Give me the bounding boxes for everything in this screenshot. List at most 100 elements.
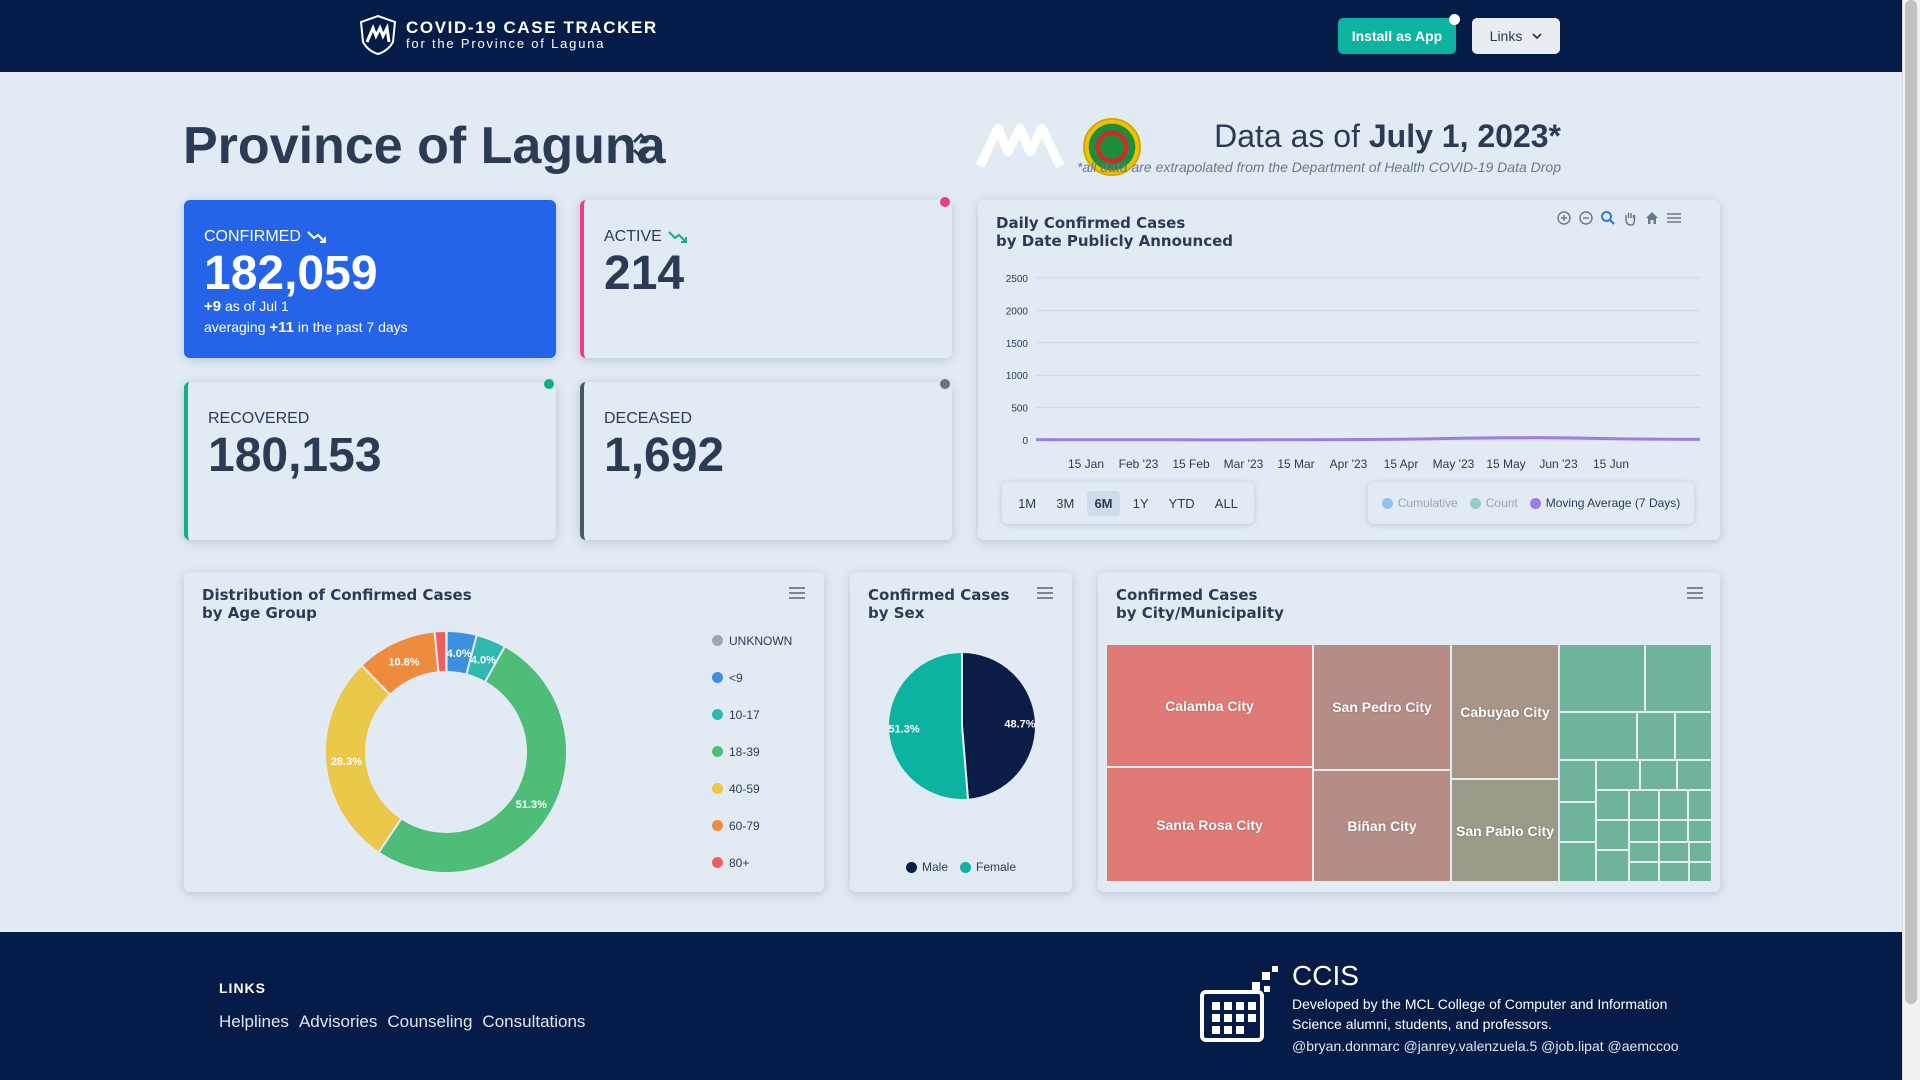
treemap-cell[interactable] [1629,842,1659,862]
install-app-button[interactable]: Install as App [1338,18,1456,54]
treemap-cell-santa-rosa[interactable]: Santa Rosa City [1106,767,1313,882]
treemap-cell[interactable] [1559,842,1596,882]
legend-label: 60-79 [729,818,760,833]
treemap-cell[interactable] [1559,712,1637,760]
ccis-description: Developed by the MCL College of Computer… [1292,996,1668,1032]
footer-link-counseling[interactable]: Counseling [387,1012,472,1032]
footer-link-advisories[interactable]: Advisories [299,1012,377,1032]
slice-data-label: 10.8% [388,656,419,668]
links-dropdown-button[interactable]: Links [1472,18,1560,54]
legend-marker [905,861,917,873]
treemap-cell-san-pedro[interactable]: San Pedro City [1313,644,1451,770]
treemap-cell[interactable] [1629,820,1659,842]
treemap-cell[interactable] [1559,760,1596,802]
range-button-1y[interactable]: 1Y [1126,491,1156,516]
footer-links: Helplines Advisories Counseling Consulta… [219,1012,585,1032]
treemap-cell[interactable] [1689,842,1712,862]
confirmed-card: CONFIRMED 182,059 +9 as of Jul 1 averagi… [184,200,556,358]
treemap-cell[interactable] [1675,712,1712,760]
treemap-cell[interactable] [1659,862,1689,882]
slice-data-label: 51.3% [516,799,547,811]
range-button-6m[interactable]: 6M [1087,490,1120,516]
y-tick-label: 0 [1022,436,1028,447]
x-tick-label: Jun '23 [1539,457,1578,471]
ccis-name: CCIS [1292,960,1359,991]
treemap-cell[interactable] [1596,760,1640,790]
trend-down-icon [307,231,326,243]
legend-label: 10-17 [729,707,760,722]
y-tick-label: 500 [1011,404,1028,415]
treemap-cell[interactable] [1688,820,1712,842]
treemap-cell[interactable] [1629,790,1659,820]
treemap-cell[interactable] [1677,760,1712,790]
range-button-3m[interactable]: 3M [1049,491,1081,516]
legend-item[interactable]: Count [1469,496,1518,510]
age-legend-item[interactable]: <9 [712,659,792,696]
treemap-cell[interactable] [1596,850,1629,882]
treemap-cell-binan[interactable]: Biñan City [1313,770,1451,882]
age-legend-item[interactable]: UNKNOWN [712,622,792,659]
treemap-cell[interactable] [1659,820,1688,842]
legend-label: 40-59 [729,781,760,796]
active-card: ACTIVE 214 [580,200,952,358]
city-chart-title: Confirmed Cases by City/Municipality [1116,586,1284,622]
sex-legend-item[interactable]: Male [905,860,948,874]
treemap-cell[interactable] [1596,820,1629,850]
brand[interactable]: COVID-19 CASE TRACKER for the Province o… [358,14,658,56]
recovered-value: 180,153 [208,429,382,482]
moving-average-line[interactable] [1035,436,1701,442]
footer-link-consultations[interactable]: Consultations [482,1012,585,1032]
age-legend-item[interactable]: 80+ [712,844,792,881]
range-button-ytd[interactable]: YTD [1162,491,1202,516]
treemap-cell[interactable] [1645,644,1712,712]
slice-data-label: 28.3% [331,756,362,768]
treemap-cell-calamba[interactable]: Calamba City [1106,644,1313,767]
sex-legend: Male Female [850,860,1072,874]
y-tick-label: 1500 [1006,339,1029,350]
recovered-card: RECOVERED 180,153 [184,382,556,540]
treemap-cell-cabuyao[interactable]: Cabuyao City [1451,644,1559,779]
scrollbar-thumb[interactable] [1905,0,1917,1004]
treemap-cell[interactable] [1559,644,1645,712]
confirmed-delta-text: +9 as of Jul 1 [204,298,289,315]
treemap-cell[interactable] [1596,790,1629,820]
legend-marker [1381,497,1393,509]
age-legend-item[interactable]: 60-79 [712,807,792,844]
treemap-cell[interactable] [1688,790,1712,820]
treemap-cell[interactable] [1640,760,1677,790]
deceased-label: DECEASED [604,410,693,427]
treemap-cell[interactable] [1689,862,1712,882]
treemap-cell[interactable] [1659,842,1689,862]
legend-marker [1529,497,1541,509]
treemap-cell-san-pablo[interactable]: San Pablo City [1451,779,1559,882]
sex-pie-chart[interactable]: 48.7% 51.3% [850,572,1072,892]
deceased-value: 1,692 [604,429,725,482]
province-select-icon[interactable] [630,129,652,163]
shield-logo-icon [359,14,397,56]
chevron-down-icon [1532,32,1542,39]
treemap-cell[interactable] [1637,712,1675,760]
scrollbar[interactable] [1902,0,1920,1080]
daily-line-chart[interactable]: 0 500 1000 1500 2000 2500 15 Jan Feb '23 15 Feb M… [978,200,1720,480]
legend-item[interactable]: Moving Average (7 Days) [1529,496,1680,510]
treemap-cell[interactable] [1659,790,1688,820]
legend-label: <9 [729,670,743,685]
sex-legend-item[interactable]: Female [960,860,1016,874]
treemap-cell[interactable] [1629,862,1659,882]
range-button-all[interactable]: ALL [1208,491,1245,516]
age-legend-item[interactable]: 40-59 [712,770,792,807]
age-legend-item[interactable]: 10-17 [712,696,792,733]
age-legend-item[interactable]: 18-39 [712,733,792,770]
legend-item[interactable]: Cumulative [1381,496,1458,510]
range-button-1m[interactable]: 1M [1011,491,1043,516]
footer-link-helplines[interactable]: Helplines [219,1012,289,1032]
footer-links-heading: LINKS [219,980,266,996]
menu-icon[interactable] [1686,586,1704,600]
legend-marker [960,861,971,873]
legend-label: 80+ [729,855,750,870]
daily-chart-legend: Cumulative Count Moving Average (7 Days) [1368,482,1694,524]
age-legend: UNKNOWN <9 10-17 18-39 40-59 60-79 80+ [712,622,792,881]
legend-label: Female [976,860,1017,874]
ccis-handles[interactable]: @bryan.donmarc @janrey.valenzuela.5 @job… [1292,1038,1679,1054]
treemap-cell[interactable] [1559,802,1596,842]
